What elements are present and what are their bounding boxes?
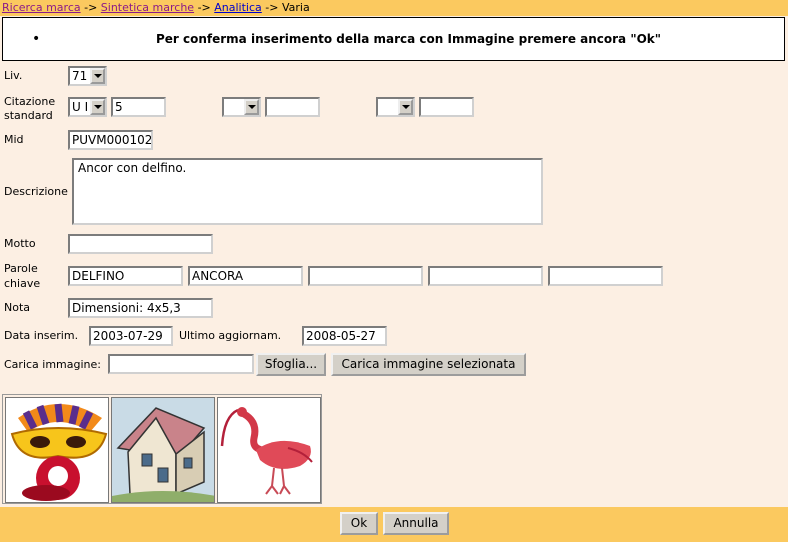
motto-label: Motto xyxy=(4,237,36,250)
citazione-input-3[interactable] xyxy=(419,97,474,117)
breadcrumb-separator: -> xyxy=(84,1,98,14)
motto-input[interactable] xyxy=(68,234,213,254)
confirmation-message-box: • Per conferma inserimento della marca c… xyxy=(2,17,785,61)
citazione-label-line1: Citazione xyxy=(4,95,56,108)
liv-label: Liv. xyxy=(4,69,23,82)
breadcrumb-link-ricerca-marca[interactable]: Ricerca marca xyxy=(2,1,81,14)
upload-image-button[interactable]: Carica immagine selezionata xyxy=(331,353,526,376)
parola-chiave-input-4[interactable] xyxy=(428,266,543,286)
nota-input[interactable]: Dimensioni: 4x5,3 xyxy=(68,298,213,318)
file-path-input[interactable] xyxy=(108,354,254,374)
image-gallery xyxy=(2,394,322,504)
descrizione-label: Descrizione xyxy=(4,185,68,198)
nota-label: Nota xyxy=(4,301,31,314)
breadcrumb-link-analitica[interactable]: Analitica xyxy=(214,1,262,14)
citazione-select-3[interactable] xyxy=(376,97,415,117)
carnival-mask-image[interactable] xyxy=(5,397,109,503)
annulla-button[interactable]: Annulla xyxy=(383,512,449,535)
chevron-down-icon xyxy=(90,99,105,115)
parola-chiave-input-1[interactable]: DELFINO xyxy=(68,266,183,286)
liv-select[interactable]: 71 xyxy=(68,66,107,86)
mid-input[interactable]: PUVM000102 xyxy=(68,130,153,150)
citazione-input-1[interactable]: 5 xyxy=(111,97,166,117)
carica-immagine-label: Carica immagine: xyxy=(4,358,101,371)
parola-chiave-input-2[interactable]: ANCORA xyxy=(188,266,303,286)
citazione-select-2[interactable] xyxy=(222,97,261,117)
red-ibis-bird-image[interactable] xyxy=(217,397,321,503)
cottage-house-image[interactable] xyxy=(111,397,215,503)
breadcrumb-current: Varia xyxy=(281,1,310,14)
liv-select-value: 71 xyxy=(72,69,88,83)
breadcrumb-separator: -> xyxy=(197,1,211,14)
ultimo-aggiornam-input[interactable]: 2008-05-27 xyxy=(302,326,387,346)
ok-button[interactable]: Ok xyxy=(340,512,378,535)
ultimo-aggiornam-label: Ultimo aggiornam. xyxy=(179,329,282,342)
parola-chiave-input-5[interactable] xyxy=(548,266,663,286)
breadcrumb-link-sintetica-marche[interactable]: Sintetica marche xyxy=(101,1,194,14)
breadcrumb: Ricerca marca -> Sintetica marche -> Ana… xyxy=(0,0,788,16)
parole-chiave-label-line2: chiave xyxy=(4,277,41,290)
chevron-down-icon xyxy=(244,99,259,115)
citazione-label-line2: standard xyxy=(4,109,53,122)
bullet-icon: • xyxy=(32,31,41,47)
data-inserim-label: Data inserim. xyxy=(4,329,79,342)
mid-label: Mid xyxy=(4,133,24,146)
citazione-input-2[interactable] xyxy=(265,97,320,117)
citazione-select-1[interactable]: U I xyxy=(68,97,107,117)
chevron-down-icon xyxy=(398,99,413,115)
parole-chiave-label-line1: Parole xyxy=(4,262,38,275)
citazione-select-1-value: U I xyxy=(72,100,89,114)
browse-button[interactable]: Sfoglia... xyxy=(256,353,326,376)
data-inserim-input[interactable]: 2003-07-29 xyxy=(89,326,173,346)
footer-bar: Ok Annulla xyxy=(0,507,788,542)
parola-chiave-input-3[interactable] xyxy=(308,266,423,286)
breadcrumb-separator: -> xyxy=(265,1,279,14)
descrizione-textarea[interactable]: Ancor con delfino. xyxy=(72,158,543,225)
chevron-down-icon xyxy=(90,68,105,84)
confirmation-message: Per conferma inserimento della marca con… xyxy=(155,32,662,46)
